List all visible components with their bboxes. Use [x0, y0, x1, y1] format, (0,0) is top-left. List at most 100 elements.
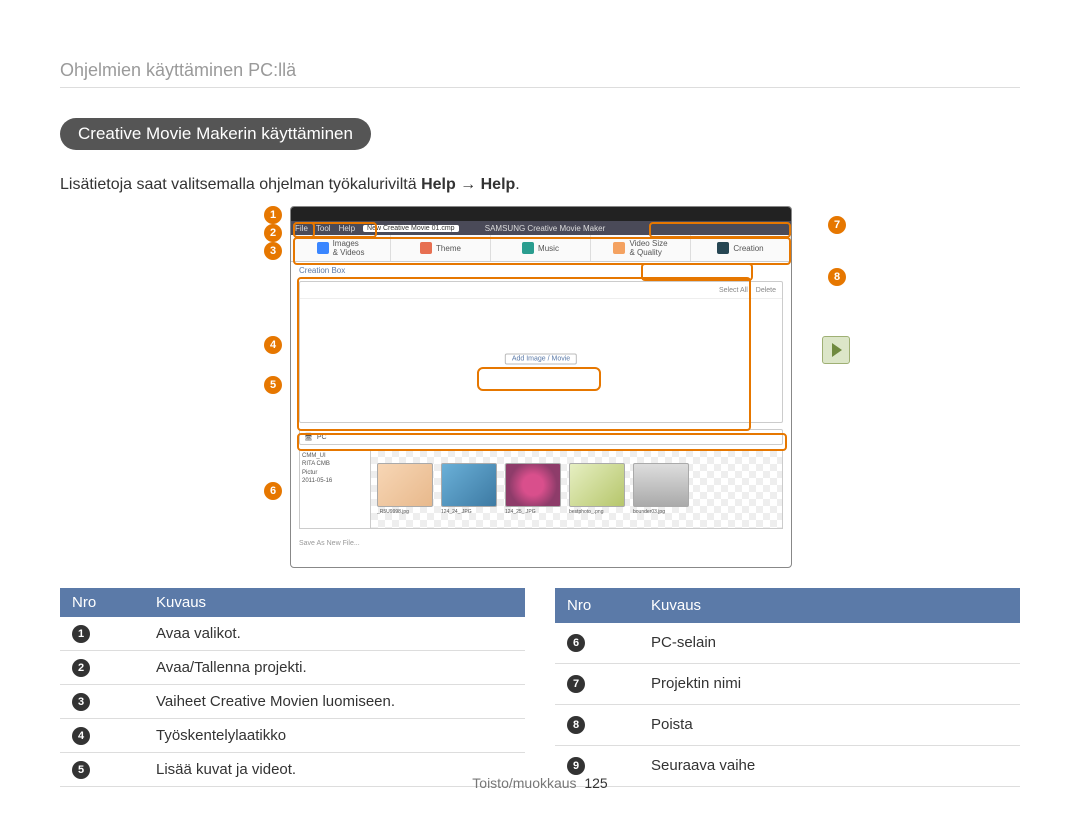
- tree-item[interactable]: CMM_UI: [302, 452, 368, 460]
- tab-label: Music: [538, 244, 559, 253]
- thumbnail[interactable]: 124_25_.JPG: [505, 463, 559, 515]
- intro-help-path: Help → Help: [421, 176, 515, 193]
- footer-page-number: 125: [584, 775, 607, 791]
- thumbnail[interactable]: 124_24_.JPG: [441, 463, 495, 515]
- col-kuvaus: Kuvaus: [144, 588, 525, 617]
- menu-file[interactable]: File: [295, 224, 308, 233]
- row-badge: 6: [567, 634, 585, 652]
- table-row: 4 Työskentelylaatikko: [60, 719, 525, 753]
- select-all-button[interactable]: Select All: [719, 287, 748, 294]
- delete-button[interactable]: Delete: [756, 287, 776, 294]
- callout-5: 5: [264, 376, 282, 394]
- pc-icon: 🖥: [304, 433, 313, 441]
- row-badge: 1: [72, 625, 90, 643]
- callout-6: 6: [264, 482, 282, 500]
- row-badge: 8: [567, 716, 585, 734]
- thumbnail[interactable]: bestphoto_.png: [569, 463, 623, 515]
- row-badge: 9: [567, 757, 585, 775]
- row-badge: 7: [567, 675, 585, 693]
- menu-tool[interactable]: Tool: [316, 224, 331, 233]
- row-desc: Työskentelylaatikko: [144, 719, 525, 753]
- table-row: 2 Avaa/Tallenna projekti.: [60, 651, 525, 685]
- tab-label: Images & Videos: [333, 239, 365, 257]
- row-desc: Vaiheet Creative Movien luomiseen.: [144, 685, 525, 719]
- row-badge: 3: [72, 693, 90, 711]
- images-icon: [317, 242, 329, 254]
- col-nro: Nro: [555, 588, 639, 623]
- thumb-image: [441, 463, 497, 507]
- thumb-caption: 124_24_.JPG: [441, 509, 495, 515]
- pc-path-bar[interactable]: 🖥 PC: [299, 429, 783, 445]
- thumb-image: [633, 463, 689, 507]
- window-titlebar: [291, 207, 791, 221]
- callout-8: 8: [828, 268, 846, 286]
- video-size-icon: [613, 242, 625, 254]
- tree-item[interactable]: RITA CMB: [302, 460, 368, 468]
- description-tables: NroKuvaus 1Avaa valikot. 2Avaa/Tallenna …: [60, 588, 1020, 787]
- intro-text: Lisätietoja saat valitsemalla ohjelman t…: [60, 176, 1020, 194]
- creation-icon: [717, 242, 729, 254]
- table-row: 7 Projektin nimi: [555, 663, 1020, 704]
- step-tabs: Images & Videos Theme Music Video Size &…: [291, 235, 791, 262]
- thumb-image: [569, 463, 625, 507]
- row-desc: Avaa valikot.: [144, 617, 525, 651]
- menu-bar: File Tool Help SAMSUNG Creative Movie Ma…: [291, 221, 791, 235]
- col-nro: Nro: [60, 588, 144, 617]
- row-badge: 4: [72, 727, 90, 745]
- creation-box[interactable]: Select All Delete Add Image / Movie: [299, 281, 783, 423]
- table-row: 6 PC-selain: [555, 623, 1020, 663]
- table-row: 3 Vaiheet Creative Movien luomiseen.: [60, 685, 525, 719]
- callout-7: 7: [828, 216, 846, 234]
- thumb-caption: bestphoto_.png: [569, 509, 623, 515]
- thumbnail[interactable]: bounder03.jpg: [633, 463, 687, 515]
- thumbnail[interactable]: _R5U9998.jpg: [377, 463, 431, 515]
- breadcrumb: Ohjelmien käyttäminen PC:llä: [60, 60, 1020, 88]
- description-table-right: NroKuvaus 6 PC-selain 7 Projektin nimi 8 Po…: [555, 588, 1020, 787]
- thumbnail-strip: _R5U9998.jpg 124_24_.JPG 124_25_.JPG bes…: [371, 449, 783, 529]
- thumb-caption: bounder03.jpg: [633, 509, 687, 515]
- app-window: File Tool Help SAMSUNG Creative Movie Ma…: [290, 206, 792, 568]
- row-desc: Projektin nimi: [639, 663, 1020, 704]
- col-kuvaus: Kuvaus: [639, 588, 1020, 623]
- thumb-caption: _R5U9998.jpg: [377, 509, 431, 515]
- intro-post: .: [515, 176, 519, 193]
- row-desc: Avaa/Tallenna projekti.: [144, 651, 525, 685]
- description-table-left: NroKuvaus 1 Avaa valikot. 2 Avaa/Tallenna …: [60, 588, 525, 787]
- section-title-pill: Creative Movie Makerin käyttäminen: [60, 118, 371, 150]
- app-screenshot: 1 2 3 4 5 6 7 8 9 File Tool Help SAMSUNG…: [270, 206, 810, 568]
- next-step-play-icon: [822, 336, 850, 364]
- tab-label: Creation: [733, 244, 763, 253]
- callout-3: 3: [264, 242, 282, 260]
- project-name-chip[interactable]: New Creative Movie 01.cmp: [363, 225, 459, 232]
- save-as-new-file[interactable]: Save As New File...: [291, 537, 791, 550]
- tab-theme[interactable]: Theme: [391, 235, 491, 261]
- folder-tree[interactable]: CMM_UI RITA CMB Pictur 2011-05-16: [299, 449, 371, 529]
- app-brand: SAMSUNG Creative Movie Maker: [485, 224, 605, 233]
- tab-label: Video Size & Quality: [629, 239, 667, 257]
- thumb-image: [505, 463, 561, 507]
- tree-item[interactable]: Pictur: [302, 469, 368, 477]
- manual-page: Ohjelmien käyttäminen PC:llä Creative Mo…: [0, 0, 1080, 815]
- row-desc: PC-selain: [639, 623, 1020, 663]
- tree-item[interactable]: 2011-05-16: [302, 477, 368, 485]
- callout-2: 2: [264, 224, 282, 242]
- pc-label: PC: [317, 434, 327, 441]
- intro-pre: Lisätietoja saat valitsemalla ohjelman t…: [60, 176, 421, 193]
- pc-browser: CMM_UI RITA CMB Pictur 2011-05-16 _R5U99…: [299, 449, 783, 529]
- thumb-image: [377, 463, 433, 507]
- page-footer: Toisto/muokkaus 125: [0, 775, 1080, 791]
- tab-music[interactable]: Music: [491, 235, 591, 261]
- creation-box-label: Creation Box: [291, 262, 791, 279]
- tab-video-size[interactable]: Video Size & Quality: [591, 235, 691, 261]
- thumb-caption: 124_25_.JPG: [505, 509, 559, 515]
- theme-icon: [420, 242, 432, 254]
- callout-1: 1: [264, 206, 282, 224]
- row-desc: Poista: [639, 704, 1020, 745]
- tab-creation[interactable]: Creation: [691, 235, 791, 261]
- add-image-movie-button[interactable]: Add Image / Movie: [505, 354, 577, 365]
- tab-images-videos[interactable]: Images & Videos: [291, 235, 391, 261]
- menu-help[interactable]: Help: [339, 224, 355, 233]
- music-icon: [522, 242, 534, 254]
- row-badge: 2: [72, 659, 90, 677]
- footer-section: Toisto/muokkaus: [472, 775, 576, 791]
